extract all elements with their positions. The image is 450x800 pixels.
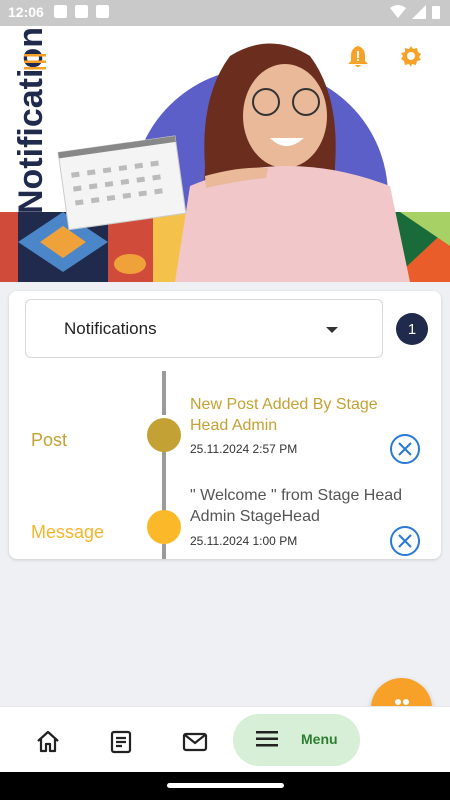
signal-icon [412, 5, 426, 19]
settings-gear-icon[interactable] [399, 44, 423, 68]
menu-icon[interactable] [24, 54, 46, 70]
wifi-icon [390, 5, 406, 18]
timeline-dot [147, 510, 181, 544]
item-date: 25.11.2024 1:00 PM [190, 534, 298, 548]
dropdown-selected-value: Notifications [64, 319, 157, 338]
gear-status-icon [54, 5, 67, 18]
notifications-card: Notifications 1 Post New Post Added By S… [9, 291, 441, 559]
home-icon[interactable] [35, 729, 61, 755]
header-illustration [0, 43, 450, 282]
shield-status-icon [75, 5, 88, 18]
timeline-line [162, 371, 166, 415]
hamburger-icon [256, 731, 278, 747]
bottom-navigation: Menu [0, 706, 450, 772]
system-navigation-bar [0, 772, 450, 800]
status-notification-icons [54, 5, 109, 18]
chevron-down-icon [326, 327, 338, 333]
status-bar: 12:06 [0, 0, 450, 26]
menu-button[interactable]: Menu [233, 714, 360, 766]
notification-count-badge: 1 [396, 313, 428, 345]
timeline-line [162, 451, 166, 513]
timeline-line [162, 544, 166, 559]
status-system-icons [390, 5, 440, 19]
sim-status-icon [96, 5, 109, 18]
battery-icon [432, 6, 440, 19]
close-icon [398, 442, 412, 456]
dismiss-button[interactable] [390, 526, 420, 556]
item-type-label: Post [31, 430, 68, 450]
header-banner: Notifications [0, 26, 450, 282]
dismiss-button[interactable] [390, 434, 420, 464]
mail-icon[interactable] [182, 729, 208, 755]
home-gesture-handle[interactable] [167, 783, 284, 788]
item-title: " Welcome " from Stage Head Admin StageH… [190, 487, 403, 525]
item-type-label: Message [31, 522, 105, 542]
article-icon[interactable] [108, 729, 134, 755]
timeline-dot [147, 418, 181, 452]
notification-filter-dropdown[interactable]: Notifications [25, 299, 383, 358]
close-icon [398, 534, 412, 548]
menu-label: Menu [301, 731, 338, 747]
item-date: 25.11.2024 2:57 PM [190, 442, 298, 456]
bell-alert-icon[interactable] [347, 44, 369, 68]
status-time: 12:06 [8, 4, 44, 20]
item-title: New Post Added By Stage Head Admin [190, 396, 378, 434]
